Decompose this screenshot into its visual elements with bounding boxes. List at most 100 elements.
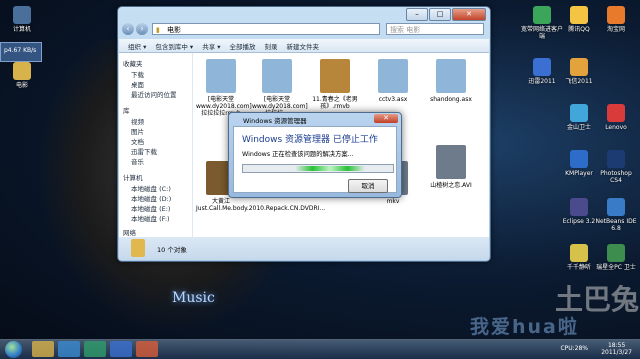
file-item[interactable]: shandong.asx xyxy=(426,59,476,103)
include-library-button[interactable]: 包含到库中 ▾ xyxy=(155,41,193,51)
kmplayer-icon xyxy=(570,150,588,168)
nav-item-documents[interactable]: 文档 xyxy=(131,136,144,146)
media-file-icon xyxy=(378,59,408,93)
status-bar: 10 个对象 xyxy=(119,237,489,260)
nav-item-music[interactable]: 音乐 xyxy=(131,156,144,166)
file-item[interactable]: cctv3.asx xyxy=(368,59,418,103)
maximize-button[interactable]: □ xyxy=(429,8,451,21)
avi-file-icon xyxy=(436,145,466,179)
desktop-icon-fetion[interactable]: 飞信2011 xyxy=(557,58,601,85)
nav-favorites[interactable]: 收藏夹 xyxy=(123,58,143,68)
computer-icon xyxy=(13,6,31,24)
back-button[interactable]: ‹ xyxy=(122,23,134,35)
cancel-button[interactable]: 取消 xyxy=(348,179,388,193)
ttplayer-icon xyxy=(570,244,588,262)
desktop-icon-label: 千千静听 xyxy=(566,264,591,271)
organize-button[interactable]: 组织 ▾ xyxy=(128,41,146,51)
start-button[interactable] xyxy=(5,341,22,358)
cpu-meter: CPU:28% xyxy=(560,345,588,352)
file-name: 山楂树之恋.AVI xyxy=(430,182,472,189)
folder-icon: ▮ xyxy=(156,26,160,34)
nav-item-drive-e[interactable]: 本地磁盘 (E:) xyxy=(131,203,170,213)
taskbar-app-2[interactable] xyxy=(84,341,106,357)
desktop-icon-netspeed[interactable]: p4.67 KB/s xyxy=(0,42,42,62)
file-name: cctv3.asx xyxy=(378,96,408,103)
folder-icon xyxy=(131,239,145,257)
desktop-icon-computer[interactable]: 计算机 xyxy=(0,6,44,33)
video-file-icon xyxy=(262,59,292,93)
clock-time: 18:55 xyxy=(607,342,626,349)
desktop-icon-label: Lenovo xyxy=(605,124,627,131)
nav-item-drive-f[interactable]: 本地磁盘 (F:) xyxy=(131,213,170,223)
taskbar-app-3[interactable] xyxy=(110,341,132,357)
window-caption-buttons: – □ ✕ xyxy=(405,8,486,21)
nav-item-downloads[interactable]: 下载 xyxy=(131,69,144,79)
dialog-body: Windows 资源管理器 已停止工作 Windows 正在检查该问题的解决方案… xyxy=(233,126,397,193)
file-item[interactable]: [电影天堂www.dy2018.com]拉拉拉拉rmvb xyxy=(196,59,252,117)
desktop-icon-lenovo[interactable]: Lenovo xyxy=(594,104,638,131)
file-name: shandong.asx xyxy=(430,96,472,103)
share-button[interactable]: 共享 ▾ xyxy=(202,41,220,51)
dialog-message: Windows 正在检查该问题的解决方案... xyxy=(242,151,354,158)
desktop-icon-movies[interactable]: 电影 xyxy=(0,62,44,89)
nav-computer[interactable]: 计算机 xyxy=(123,172,143,182)
desktop-icon-label: 金山卫士 xyxy=(566,124,591,131)
desktop-icon-label: 电影 xyxy=(15,82,28,89)
dialog-close-button[interactable]: ✕ xyxy=(374,114,398,123)
address-bar[interactable]: ▮ 电影 xyxy=(152,23,380,35)
lenovo-icon xyxy=(607,104,625,122)
dialog-title: Windows 资源管理器 xyxy=(243,117,307,125)
folder-icon xyxy=(13,62,31,80)
rising-icon xyxy=(607,244,625,262)
desktop-icon-label: Eclipse 3.2 xyxy=(562,218,596,225)
desktop-icon-rising[interactable]: 瑞星全PC 卫士 xyxy=(594,244,638,271)
qq-icon xyxy=(570,6,588,24)
clock[interactable]: 18:55 2011/3/27 xyxy=(601,342,632,356)
nav-item-recent[interactable]: 最近访问的位置 xyxy=(131,89,177,99)
desktop-icon-photoshop[interactable]: Photoshop CS4 xyxy=(594,150,638,184)
video-file-icon xyxy=(206,59,236,93)
new-folder-button[interactable]: 新建文件夹 xyxy=(287,41,320,51)
close-button[interactable]: ✕ xyxy=(452,8,486,21)
broadband-icon xyxy=(533,6,551,24)
burn-button[interactable]: 刻录 xyxy=(265,41,278,51)
file-item[interactable]: 山楂树之恋.AVI xyxy=(426,145,476,189)
wallpaper-music-text: Music xyxy=(172,290,215,306)
desktop-icon-label: 迅雷2011 xyxy=(528,78,556,85)
nav-item-xunlei[interactable]: 迅雷下载 xyxy=(131,146,157,156)
nav-item-pictures[interactable]: 图片 xyxy=(131,126,144,136)
nav-item-drive-c[interactable]: 本地磁盘 (C:) xyxy=(131,183,171,193)
shield-icon xyxy=(570,104,588,122)
nav-item-videos[interactable]: 视频 xyxy=(131,116,144,126)
xunlei-icon xyxy=(533,58,551,76)
movie-thumbnail xyxy=(320,59,350,93)
address-text: 电影 xyxy=(167,26,181,34)
file-item[interactable]: 11.青春之《老男孩》.rmvb xyxy=(310,59,360,110)
command-bar: 组织 ▾ 包含到库中 ▾ 共享 ▾ 全部播放 刻录 新建文件夹 xyxy=(119,39,489,53)
dialog-heading: Windows 资源管理器 已停止工作 xyxy=(242,135,378,145)
taskbar-app-4[interactable] xyxy=(136,341,158,357)
minimize-button[interactable]: – xyxy=(406,8,428,21)
error-dialog: Windows 资源管理器 ✕ Windows 资源管理器 已停止工作 Wind… xyxy=(228,112,402,198)
clock-date: 2011/3/27 xyxy=(601,349,632,356)
taskbar-app-1[interactable] xyxy=(58,341,80,357)
nav-item-drive-d[interactable]: 本地磁盘 (D:) xyxy=(131,193,171,203)
desktop-icon-label: 腾讯QQ xyxy=(568,26,590,33)
desktop-icon-taobao[interactable]: 淘宝网 xyxy=(594,6,638,33)
forward-button[interactable]: › xyxy=(136,23,148,35)
nav-libraries[interactable]: 库 xyxy=(123,105,130,115)
desktop-icon-label: KMPlayer xyxy=(565,170,593,177)
desktop-icon-label: Photoshop CS4 xyxy=(600,170,632,184)
play-all-button[interactable]: 全部播放 xyxy=(230,41,256,51)
desktop-icon-netbeans[interactable]: NetBeans IDE 6.8 xyxy=(594,198,638,232)
file-item[interactable]: [电影天堂www.dy2018.com]拉拉拉... xyxy=(252,59,308,117)
desktop-icon-label: 飞信2011 xyxy=(565,78,593,85)
nav-item-desktop[interactable]: 桌面 xyxy=(131,79,144,89)
taskbar-explorer[interactable] xyxy=(32,341,54,357)
file-name: 11.青春之《老男孩》.rmvb xyxy=(312,96,358,110)
desktop-icon-label: 计算机 xyxy=(12,26,31,33)
search-input[interactable]: 搜索 电影 xyxy=(386,23,484,35)
eclipse-icon xyxy=(570,198,588,216)
desktop-icon-label: NetBeans IDE 6.8 xyxy=(595,218,637,232)
nav-network[interactable]: 网络 xyxy=(123,227,136,237)
